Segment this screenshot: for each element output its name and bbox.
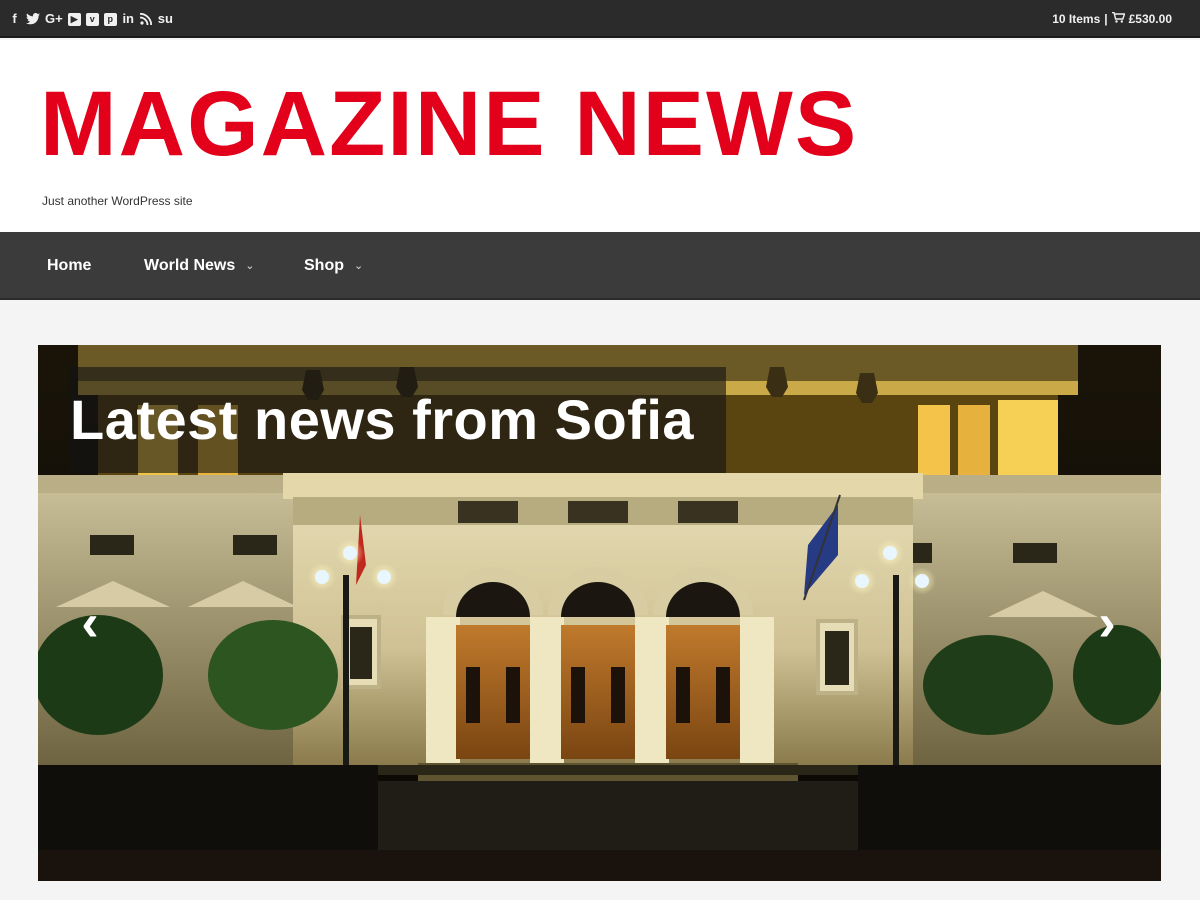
site-header: MAGAZINE NEWS Just another WordPress sit… [0, 40, 1200, 232]
chevron-down-icon: ⌄ [354, 260, 364, 272]
cart-summary[interactable]: 10 Items | £530.00 [1052, 11, 1172, 27]
linkedin-icon[interactable]: in [122, 10, 135, 28]
rss-icon[interactable] [140, 13, 153, 25]
stumbleupon-icon[interactable]: su [158, 10, 173, 28]
site-tagline: Just another WordPress site [42, 194, 193, 208]
cart-total: £530.00 [1128, 12, 1172, 26]
facebook-icon[interactable]: f [8, 10, 21, 28]
twitter-icon[interactable] [26, 13, 40, 25]
nav-item-home[interactable]: Home [47, 256, 91, 276]
shopping-cart-icon [1111, 11, 1126, 27]
cart-items-count: 10 Items [1052, 12, 1101, 26]
featured-slider[interactable]: Latest news from Sofia ‹ › [38, 345, 1161, 881]
slide-caption[interactable]: Latest news from Sofia [70, 389, 694, 451]
chevron-right-icon[interactable]: › [1087, 595, 1127, 651]
pinterest-icon[interactable]: p [103, 12, 117, 26]
chevron-down-icon: ⌄ [245, 260, 255, 272]
nav-item-label: World News [144, 257, 236, 274]
youtube-icon[interactable]: ▶ [67, 12, 81, 26]
site-title[interactable]: MAGAZINE NEWS [40, 76, 858, 172]
nav-item-shop[interactable]: Shop ⌄ [304, 256, 363, 276]
main-navigation: Home World News ⌄ Shop ⌄ [0, 232, 1200, 300]
nav-item-label: Home [47, 257, 92, 274]
social-icons: f G+ ▶ v p in su [8, 10, 173, 28]
cart-separator: | [1104, 12, 1108, 26]
google-plus-icon[interactable]: G+ [45, 10, 63, 28]
nav-item-label: Shop [304, 257, 344, 274]
top-bar: f G+ ▶ v p in su 10 Items | £530.00 [0, 0, 1200, 38]
vimeo-icon[interactable]: v [85, 12, 99, 26]
nav-item-world-news[interactable]: World News ⌄ [144, 256, 255, 276]
chevron-left-icon[interactable]: ‹ [70, 595, 110, 651]
